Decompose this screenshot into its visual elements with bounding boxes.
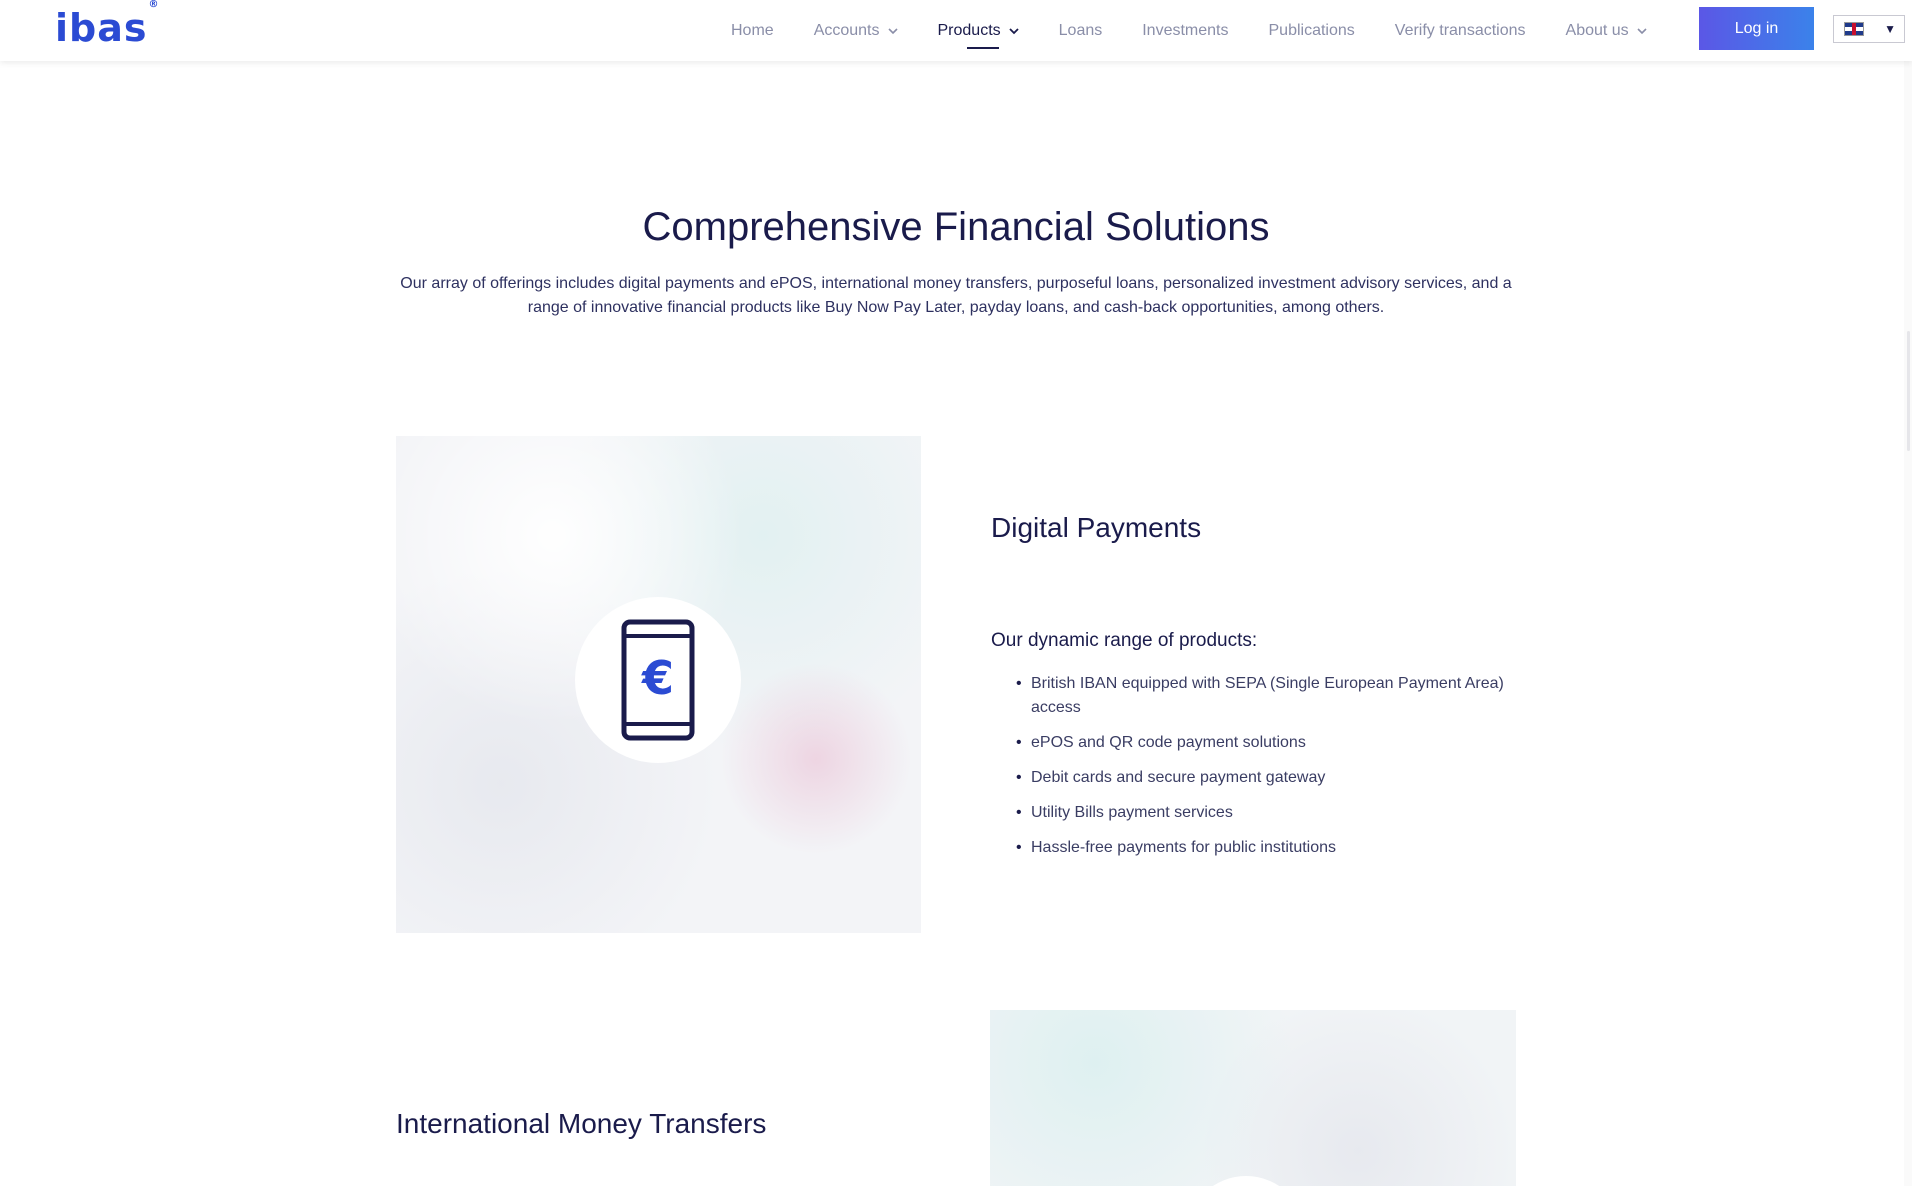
digital-payments-subtitle: Our dynamic range of products:	[991, 630, 1258, 651]
list-item: British IBAN equipped with SEPA (Single …	[991, 672, 1531, 720]
nav-about-us-label: About us	[1565, 21, 1629, 39]
nav-about-us[interactable]: About us	[1566, 0, 1647, 61]
nav-products-label: Products	[937, 21, 1001, 39]
dropdown-caret-icon: ▼	[1884, 22, 1896, 36]
nav-publications[interactable]: Publications	[1269, 0, 1355, 61]
nav-home[interactable]: Home	[731, 0, 774, 61]
nav-accounts[interactable]: Accounts	[814, 0, 898, 61]
uk-flag-icon	[1844, 22, 1864, 36]
international-transfers-title: International Money Transfers	[396, 1108, 767, 1139]
login-button[interactable]: Log in	[1699, 7, 1814, 50]
list-item: Debit cards and secure payment gateway	[991, 766, 1531, 790]
scrollbar[interactable]	[1904, 61, 1912, 1186]
list-item: ePOS and QR code payment solutions	[991, 731, 1531, 755]
nav-accounts-label: Accounts	[813, 21, 880, 39]
chevron-down-icon	[1009, 27, 1019, 34]
chevron-down-icon	[1637, 27, 1647, 34]
svg-text:€: €	[641, 651, 674, 705]
nav-investments-label: Investments	[1142, 21, 1229, 39]
nav-loans[interactable]: Loans	[1059, 0, 1103, 61]
nav-investments[interactable]: Investments	[1142, 0, 1228, 61]
page-title: Comprehensive Financial Solutions	[642, 205, 1270, 249]
scrollbar-thumb[interactable]	[1907, 331, 1910, 451]
digital-payments-title: Digital Payments	[991, 512, 1202, 543]
chevron-down-icon	[887, 27, 898, 34]
main-nav: Home Accounts Products Loans Investments…	[731, 0, 1687, 61]
logo-text: ibas	[55, 6, 148, 50]
icon-circle: €	[575, 597, 741, 763]
nav-publications-label: Publications	[1268, 21, 1355, 39]
intro-description: Our array of offerings includes digital …	[400, 275, 1512, 316]
phone-euro-icon: €	[621, 619, 695, 741]
nav-verify-transactions[interactable]: Verify transactions	[1395, 0, 1526, 61]
international-transfers-illustration	[990, 1010, 1516, 1186]
digital-payments-illustration: €	[396, 436, 921, 933]
icon-circle	[1186, 1176, 1306, 1186]
list-item: Hassle-free payments for public institut…	[991, 836, 1531, 860]
digital-payments-list: British IBAN equipped with SEPA (Single …	[991, 672, 1531, 871]
nav-home-label: Home	[731, 21, 774, 39]
site-header: ibas® Home Accounts Products Loans Inves…	[0, 0, 1912, 61]
registered-mark: ®	[148, 0, 160, 11]
nav-products[interactable]: Products	[938, 0, 1019, 61]
nav-verify-transactions-label: Verify transactions	[1394, 21, 1526, 39]
ibas-logo[interactable]: ibas®	[55, 0, 160, 50]
nav-loans-label: Loans	[1058, 21, 1103, 39]
list-item: Utility Bills payment services	[991, 801, 1531, 825]
language-selector[interactable]: ▼	[1833, 15, 1905, 43]
